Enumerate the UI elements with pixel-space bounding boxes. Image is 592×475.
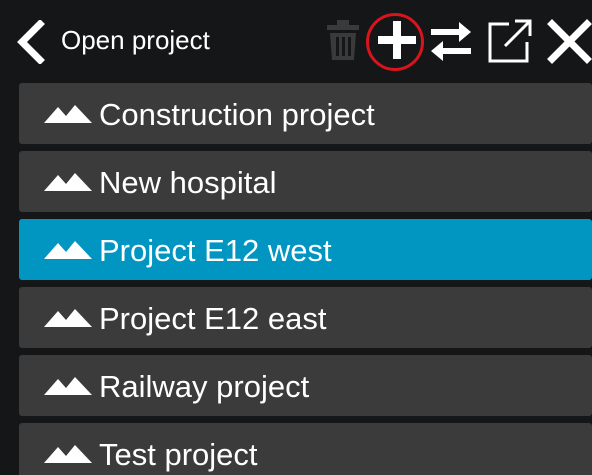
swap-icon [431, 22, 471, 61]
close-button[interactable] [547, 19, 592, 64]
project-item-construction[interactable]: Construction project [19, 83, 592, 144]
project-item-new-hospital[interactable]: New hospital [19, 151, 592, 212]
mountain-icon [44, 445, 92, 463]
trash-icon [327, 20, 359, 60]
close-icon [547, 19, 592, 64]
chevron-left-icon [17, 19, 45, 65]
plus-icon [378, 21, 416, 59]
swap-button[interactable] [429, 20, 473, 64]
toolbar: Open project [0, 0, 592, 80]
add-project-button[interactable] [374, 17, 420, 63]
project-label: Construction project [99, 97, 375, 132]
project-item-railway[interactable]: Railway project [19, 355, 592, 416]
project-item-e12-east[interactable]: Project E12 east [19, 287, 592, 348]
project-item-e12-west[interactable]: Project E12 west [19, 219, 592, 280]
delete-button[interactable] [327, 18, 359, 62]
project-item-test[interactable]: Test project [19, 423, 592, 475]
external-link-icon [488, 19, 532, 63]
project-label: Project E12 west [99, 233, 332, 268]
project-label: Project E12 east [99, 301, 327, 336]
mountain-icon [44, 309, 92, 327]
open-project-screen: Open project Construction project New ho… [0, 0, 592, 475]
project-label: Railway project [99, 369, 310, 404]
project-label: Test project [99, 437, 258, 472]
open-external-button[interactable] [487, 18, 533, 64]
page-title: Open project [61, 25, 210, 55]
back-button[interactable] [14, 19, 48, 65]
mountain-icon [44, 377, 92, 395]
mountain-icon [44, 105, 92, 123]
mountain-icon [44, 173, 92, 191]
project-label: New hospital [99, 165, 277, 200]
mountain-icon [44, 241, 92, 259]
